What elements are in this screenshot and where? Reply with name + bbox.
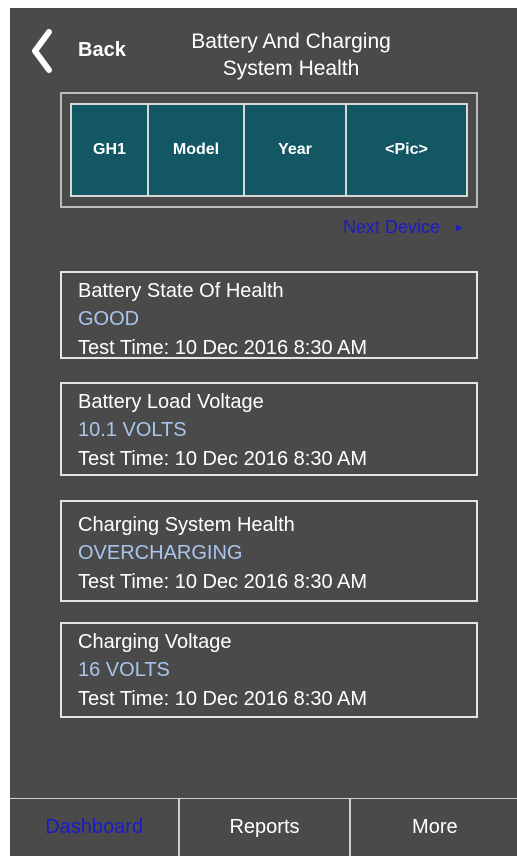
device-id-cell[interactable]: GH1 (72, 105, 149, 195)
card-value: 10.1 VOLTS (78, 419, 187, 441)
triangle-right-icon: ► (454, 221, 465, 234)
card-value: GOOD (78, 308, 140, 330)
page-title-line: System Health (222, 57, 360, 80)
app-screen: Back Battery And Charging System Health … (10, 8, 517, 856)
card-value: 16 VOLTS (78, 659, 170, 681)
device-picture-cell[interactable]: <Pic> (347, 105, 466, 195)
back-button[interactable]: Back (78, 39, 126, 62)
tab-reports[interactable]: Reports (180, 799, 351, 856)
tab-dashboard[interactable]: Dashboard (10, 799, 181, 856)
tab-more[interactable]: More (351, 799, 517, 856)
page-title-line: Battery And Charging (191, 30, 391, 53)
card-test-time: Test Time: 10 Dec 2016 8:30 AM (78, 448, 368, 470)
battery-load-voltage-card[interactable]: Battery Load Voltage 10.1 VOLTS Test Tim… (60, 382, 478, 476)
next-device-link[interactable]: Next Device ► (343, 217, 465, 238)
page-title: Battery And Charging System Health (160, 28, 422, 82)
card-test-time: Test Time: 10 Dec 2016 8:30 AM (78, 571, 368, 593)
chevron-left-icon[interactable] (30, 29, 54, 73)
card-label: Battery State Of Health (78, 280, 284, 302)
battery-health-card[interactable]: Battery State Of Health GOOD Test Time: … (60, 271, 478, 359)
device-info-row: GH1 Model Year <Pic> (70, 103, 468, 197)
device-model-cell[interactable]: Model (149, 105, 245, 195)
device-year-cell[interactable]: Year (245, 105, 347, 195)
card-test-time: Test Time: 10 Dec 2016 8:30 AM (78, 688, 368, 710)
card-value: OVERCHARGING (78, 542, 243, 564)
card-label: Charging Voltage (78, 631, 232, 653)
charging-voltage-card[interactable]: Charging Voltage 16 VOLTS Test Time: 10 … (60, 622, 478, 718)
next-device-label: Next Device (343, 217, 441, 237)
card-label: Charging System Health (78, 514, 295, 536)
card-label: Battery Load Voltage (78, 391, 264, 413)
device-selector: GH1 Model Year <Pic> (60, 92, 478, 208)
card-test-time: Test Time: 10 Dec 2016 8:30 AM (78, 337, 368, 359)
tab-bar: Dashboard Reports More (10, 798, 517, 856)
charging-system-health-card[interactable]: Charging System Health OVERCHARGING Test… (60, 500, 478, 602)
